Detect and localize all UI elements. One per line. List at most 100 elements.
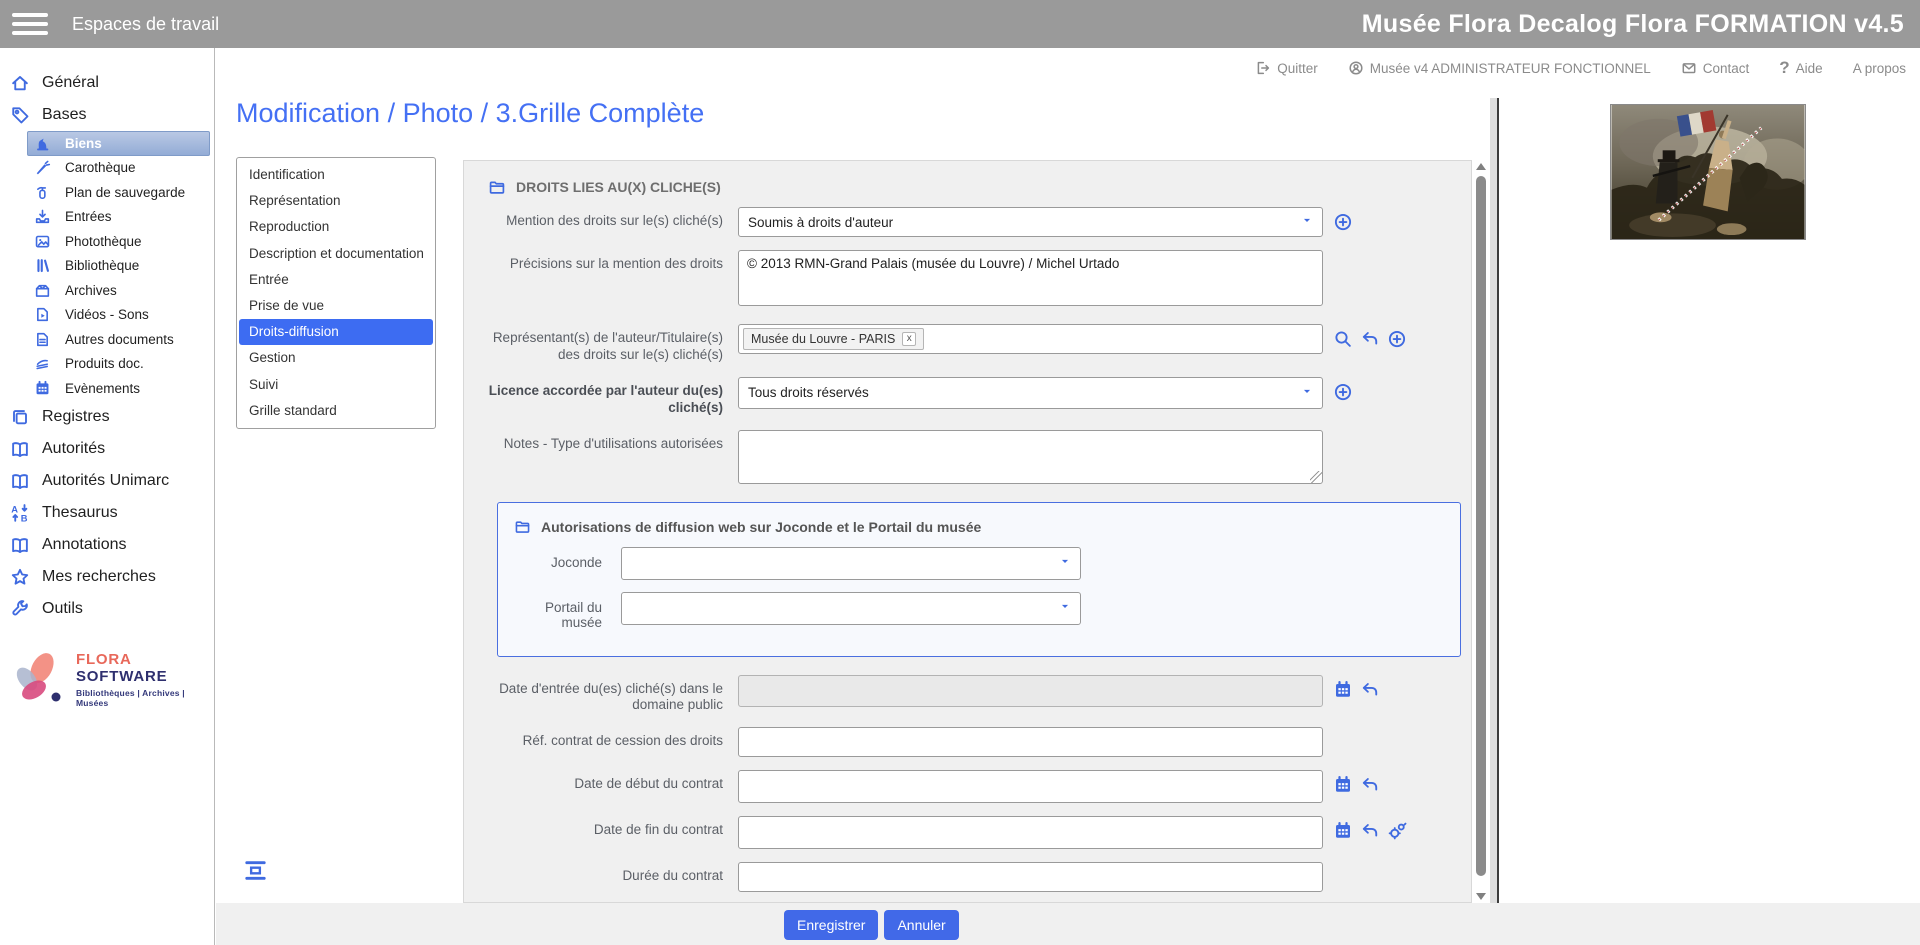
- web-diffusion-subsection: Autorisations de diffusion web sur Jocon…: [497, 502, 1461, 657]
- tab-identification[interactable]: Identification: [237, 162, 435, 188]
- calendar-icon[interactable]: [1333, 821, 1353, 841]
- portail-du-mus-e-select[interactable]: [621, 592, 1081, 625]
- sidebar-item-autorit-s-unimarc[interactable]: Autorités Unimarc: [0, 465, 214, 497]
- sidebar-item-bases[interactable]: Bases: [0, 99, 214, 131]
- sidebar-item-plan-de-sauvegarde[interactable]: Plan de sauvegarde: [27, 180, 210, 205]
- date-de-fin-du-contrat-input[interactable]: [738, 816, 1323, 849]
- sidebar-item-thesaurus[interactable]: ABThesaurus: [0, 497, 214, 529]
- calendar-icon[interactable]: [1333, 680, 1353, 700]
- sidebar-item-biens[interactable]: Biens: [27, 131, 210, 156]
- form-row-date-de-fin-du-contrat: Date de fin du contrat: [488, 816, 1471, 849]
- scroll-down-arrow[interactable]: [1476, 893, 1486, 900]
- chip-remove-icon[interactable]: x: [902, 332, 916, 346]
- section-header: DROITS LIES AU(X) CLICHE(S): [488, 175, 1471, 199]
- sidebar-item-phototh-que[interactable]: Photothèque: [27, 229, 210, 254]
- sidebar-item-registres[interactable]: Registres: [0, 401, 214, 433]
- search-icon[interactable]: [1333, 329, 1353, 349]
- utility-link-aide[interactable]: ?Aide: [1779, 58, 1822, 78]
- sidebar-item-annotations[interactable]: Annotations: [0, 529, 214, 561]
- utility-link-a-propos[interactable]: A propos: [1853, 61, 1906, 76]
- open-book-icon: [10, 535, 30, 555]
- mention-des-droits-sur-le-s-clich-s-select[interactable]: Soumis à droits d'auteur: [738, 207, 1323, 237]
- expand-sections-icon[interactable]: [243, 858, 268, 888]
- undo-icon[interactable]: [1360, 329, 1380, 349]
- workspace-label[interactable]: Espaces de travail: [72, 14, 219, 35]
- date-de-d-but-du-contrat-input[interactable]: [738, 770, 1323, 803]
- field-label: Notes - Type d'utilisations autorisées: [488, 430, 733, 453]
- sidebar-item-g-n-ral[interactable]: Général: [0, 67, 214, 99]
- envelope-icon: [1681, 60, 1697, 76]
- joconde-select[interactable]: [621, 547, 1081, 580]
- notes-type-d-utilisations-autoris-es-textarea[interactable]: [738, 430, 1323, 484]
- tab-droits-diffusion[interactable]: Droits-diffusion: [239, 319, 433, 345]
- tab-entr-e[interactable]: Entrée: [237, 267, 435, 293]
- tab-grille-standard[interactable]: Grille standard: [237, 398, 435, 424]
- add-circle-icon[interactable]: [1333, 382, 1353, 402]
- undo-icon[interactable]: [1360, 821, 1380, 841]
- field-label: Représentant(s) de l'auteur/Titulaire(s)…: [488, 324, 733, 364]
- page-scroll-track[interactable]: [1490, 98, 1497, 945]
- flora-app: { "topbar": { "workspace": "Espaces de t…: [0, 0, 1920, 945]
- tab-description-et-documentation[interactable]: Description et documentation: [237, 241, 435, 267]
- sidebar-item-outils[interactable]: Outils: [0, 593, 214, 625]
- sidebar-item-biblioth-que[interactable]: Bibliothèque: [27, 254, 210, 279]
- add-circle-icon[interactable]: [1387, 329, 1407, 349]
- sidebar-item-mes-recherches[interactable]: Mes recherches: [0, 561, 214, 593]
- utility-link-mus-e-v4-administrateur-fonctionnel[interactable]: Musée v4 ADMINISTRATEUR FONCTIONNEL: [1348, 60, 1651, 76]
- tag-icon: [10, 105, 30, 125]
- menu-icon[interactable]: [12, 13, 48, 36]
- form-row-joconde: Joconde: [514, 547, 1460, 580]
- pr-cisions-sur-la-mention-des-droits-textarea[interactable]: [738, 250, 1323, 306]
- sidebar-item-label: Autres documents: [65, 332, 174, 347]
- date-d-entr-e-du-es-clich-s-dans-le-domaine-public-input[interactable]: [738, 675, 1323, 707]
- tab-repr-sentation[interactable]: Représentation: [237, 188, 435, 214]
- utility-link-quitter[interactable]: Quitter: [1255, 60, 1318, 76]
- scrollbar-thumb[interactable]: [1476, 176, 1486, 876]
- field-label: Réf. contrat de cession des droits: [488, 727, 733, 750]
- flora-software-logo: FLORA SOFTWARE Bibliothèques | Archives …: [12, 648, 212, 711]
- sidebar-item-label: Entrées: [65, 209, 112, 224]
- exit-icon: [1255, 60, 1271, 76]
- tab-suivi[interactable]: Suivi: [237, 372, 435, 398]
- cancel-button[interactable]: Annuler: [884, 910, 958, 940]
- sidebar-item-entr-es[interactable]: Entrées: [27, 205, 210, 230]
- tab-reproduction[interactable]: Reproduction: [237, 214, 435, 240]
- sidebar-item-vid-os-sons[interactable]: Vidéos - Sons: [27, 303, 210, 328]
- logo-name: FLORA: [76, 651, 131, 668]
- tab-gestion[interactable]: Gestion: [237, 345, 435, 371]
- sidebar-item-archives[interactable]: Archives: [27, 278, 210, 303]
- field-label: Joconde: [514, 547, 614, 570]
- svg-text:B: B: [21, 513, 28, 523]
- logo-tagline: Bibliothèques | Archives | Musées: [76, 688, 212, 708]
- sidebar-item-produits-doc-[interactable]: Produits doc.: [27, 352, 210, 377]
- sidebar-item-label: Evènements: [65, 381, 140, 396]
- utility-link-contact[interactable]: Contact: [1681, 60, 1750, 76]
- repr-sentant-s-de-l-auteur-titulaire-s-des-droits-sur-le-s-clich-s-chips-field[interactable]: Musée du Louvre - PARIS x: [738, 324, 1323, 354]
- open-book-icon: [10, 439, 30, 459]
- r-f-contrat-de-cession-des-droits-input[interactable]: [738, 727, 1323, 757]
- sidebar-item-autorit-s[interactable]: Autorités: [0, 433, 214, 465]
- undo-icon[interactable]: [1360, 680, 1380, 700]
- archive-box-icon: [34, 282, 51, 299]
- folder-icon: [514, 518, 531, 535]
- tab-prise-de-vue[interactable]: Prise de vue: [237, 293, 435, 319]
- calendar-icon[interactable]: [1333, 775, 1353, 795]
- select-value: Tous droits réservés: [748, 385, 869, 400]
- field-label: Date de début du contrat: [488, 770, 733, 793]
- sidebar-item-ev-nements[interactable]: Evènements: [27, 376, 210, 401]
- form-row-dur-e-du-contrat: Durée du contrat: [488, 862, 1471, 892]
- sidebar-item-caroth-que[interactable]: Carothèque: [27, 156, 210, 181]
- scroll-up-arrow[interactable]: [1476, 163, 1486, 170]
- sidebar-item-autres-documents[interactable]: Autres documents: [27, 327, 210, 352]
- sidebar-item-label: Biens: [65, 136, 102, 151]
- undo-icon[interactable]: [1360, 775, 1380, 795]
- licence-accord-e-par-l-auteur-du-es-clich-s-select[interactable]: Tous droits réservés: [738, 377, 1323, 409]
- add-circle-icon[interactable]: [1333, 212, 1353, 232]
- sidebar: GénéralBases Biens CarothèquePlan de sauve…: [0, 48, 215, 945]
- gears-icon[interactable]: [1387, 821, 1407, 841]
- record-thumbnail[interactable]: [1610, 104, 1806, 240]
- top-bar: Espaces de travail Musée Flora Decalog F…: [0, 0, 1920, 48]
- save-button[interactable]: Enregistrer: [784, 910, 878, 940]
- dur-e-du-contrat-input[interactable]: [738, 862, 1323, 892]
- chip-label: Musée du Louvre - PARIS: [751, 332, 895, 346]
